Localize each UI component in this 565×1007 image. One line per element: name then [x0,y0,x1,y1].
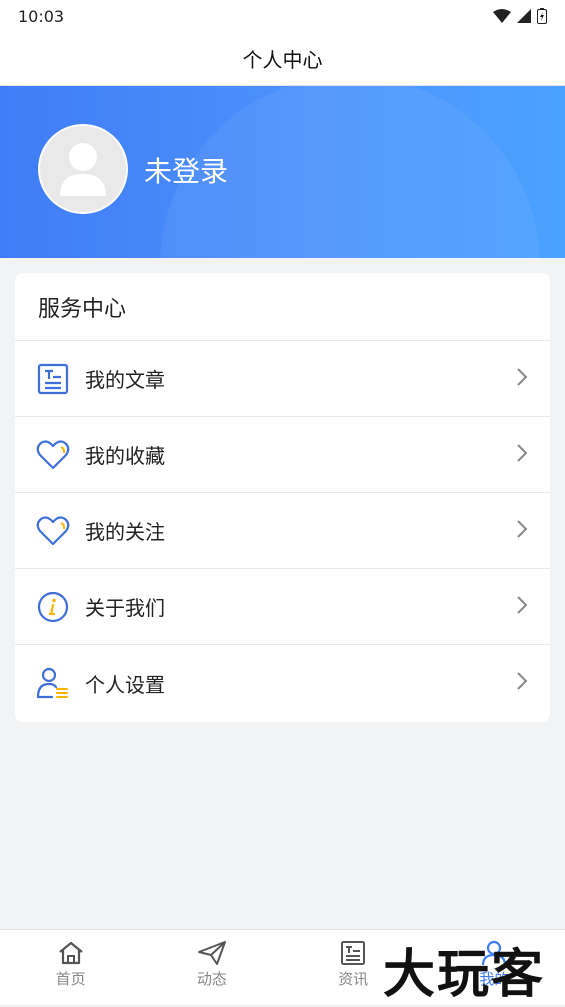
article-icon [35,361,71,397]
status-bar: 10:03 [0,0,565,32]
menu-item-label: 个人设置 [85,672,165,697]
tab-feed[interactable]: 动态 [141,930,282,1005]
watermark-logo: 大玩客 [383,944,546,1005]
menu-item-my-favorites[interactable]: 我的收藏 [15,417,550,493]
profile-header[interactable]: 未登录 [0,86,565,258]
chevron-right-icon [517,444,528,462]
menu-item-personal-settings[interactable]: 个人设置 [15,645,550,721]
menu-item-label: 我的关注 [85,520,165,544]
battery-icon [537,8,547,24]
status-time: 10:03 [18,6,65,26]
page-title: 个人中心 [242,48,323,72]
chevron-right-icon [517,520,528,538]
home-icon [58,941,83,965]
menu-item-label: 关于我们 [85,596,165,620]
info-icon [35,589,71,625]
menu-item-my-follows[interactable]: 我的关注 [15,493,550,569]
signal-icon [517,9,531,23]
service-center-card: 服务中心 我的文章 我的收藏 我的关注 关于我们 个人设置 [15,273,550,722]
tab-home[interactable]: 首页 [0,930,141,1005]
menu-item-about-us[interactable]: 关于我们 [15,569,550,645]
heart-icon [35,437,71,473]
chevron-right-icon [517,368,528,386]
chevron-right-icon [517,672,528,690]
tab-label: 资讯 [338,970,369,988]
menu-item-label: 我的文章 [85,368,165,392]
heart-icon [35,513,71,549]
status-icons [493,8,547,24]
chevron-right-icon [517,596,528,614]
nav-bar: 个人中心 [0,32,565,86]
news-icon [341,941,366,965]
login-status[interactable]: 未登录 [144,150,228,190]
wifi-icon [493,9,511,23]
tab-label: 首页 [55,970,86,988]
menu-item-label: 我的收藏 [85,444,165,468]
send-icon [197,941,226,965]
service-center-title: 服务中心 [15,273,550,341]
tab-label: 动态 [196,970,227,988]
default-avatar-icon [60,143,106,196]
menu-item-my-articles[interactable]: 我的文章 [15,341,550,417]
avatar[interactable] [38,124,128,214]
user-settings-icon [35,665,71,701]
